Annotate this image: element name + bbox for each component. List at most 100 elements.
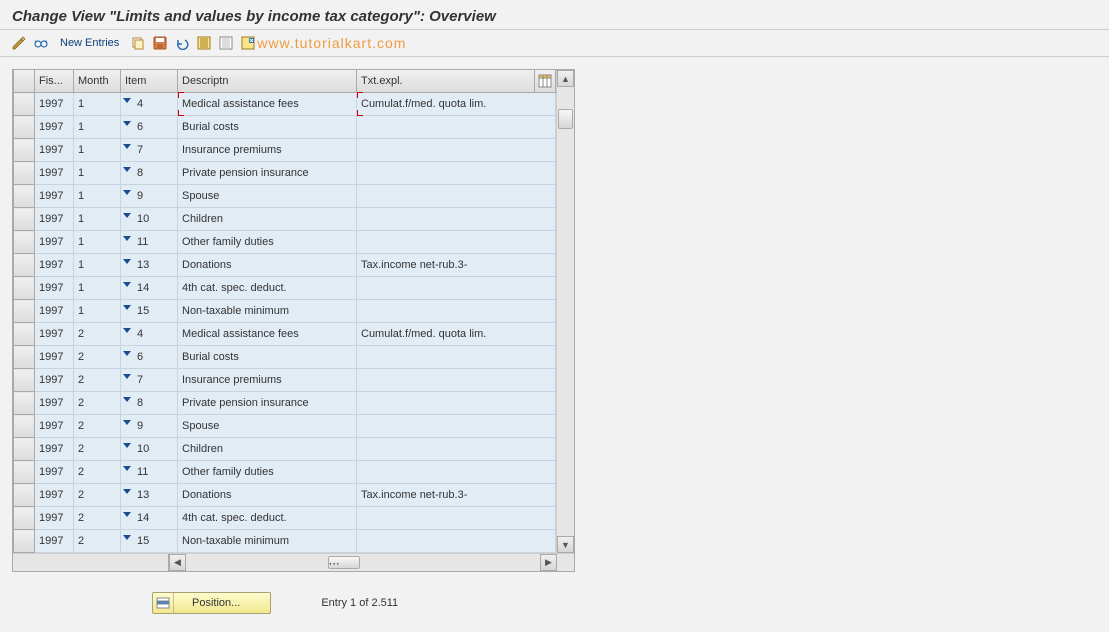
cell-item[interactable]: 4 [121, 93, 178, 116]
table-row[interactable]: 1997111Other family duties [14, 231, 556, 254]
chevron-down-icon[interactable] [123, 512, 131, 517]
scroll-right-icon[interactable]: ▶ [540, 554, 557, 571]
col-descriptn[interactable]: Descriptn [178, 70, 357, 93]
table-row[interactable]: 1997213DonationsTax.income net-rub.3- [14, 484, 556, 507]
cell-fis[interactable]: 1997 [35, 231, 74, 254]
table-row[interactable]: 199717Insurance premiums [14, 139, 556, 162]
vertical-scrollbar[interactable]: ▲ ▼ [556, 70, 574, 553]
table-row[interactable]: 199726Burial costs [14, 346, 556, 369]
cell-month[interactable]: 2 [74, 369, 121, 392]
position-button[interactable]: Position... [152, 592, 271, 614]
chevron-down-icon[interactable] [123, 236, 131, 241]
cell-month[interactable]: 2 [74, 323, 121, 346]
chevron-down-icon[interactable] [123, 374, 131, 379]
cell-item[interactable]: 15 [121, 300, 178, 323]
table-row[interactable]: 199719Spouse [14, 185, 556, 208]
row-selector[interactable] [14, 139, 35, 162]
cell-description[interactable]: 4th cat. spec. deduct. [178, 507, 357, 530]
cell-description[interactable]: Burial costs [178, 116, 357, 139]
row-selector[interactable] [14, 369, 35, 392]
cell-month[interactable]: 2 [74, 484, 121, 507]
cell-item[interactable]: 8 [121, 162, 178, 185]
cell-month[interactable]: 1 [74, 116, 121, 139]
cell-txtexpl[interactable] [357, 208, 556, 231]
cell-item[interactable]: 13 [121, 254, 178, 277]
cell-month[interactable]: 1 [74, 300, 121, 323]
chevron-down-icon[interactable] [123, 167, 131, 172]
row-selector[interactable] [14, 185, 35, 208]
scroll-left-icon[interactable]: ◀ [169, 554, 186, 571]
row-selector[interactable] [14, 346, 35, 369]
cell-item[interactable]: 11 [121, 231, 178, 254]
cell-description[interactable]: Spouse [178, 185, 357, 208]
cell-item[interactable]: 10 [121, 208, 178, 231]
cell-fis[interactable]: 1997 [35, 461, 74, 484]
cell-fis[interactable]: 1997 [35, 162, 74, 185]
row-selector[interactable] [14, 507, 35, 530]
cell-fis[interactable]: 1997 [35, 254, 74, 277]
cell-item[interactable]: 14 [121, 277, 178, 300]
chevron-down-icon[interactable] [123, 489, 131, 494]
chevron-down-icon[interactable] [123, 443, 131, 448]
chevron-down-icon[interactable] [123, 190, 131, 195]
row-selector[interactable] [14, 208, 35, 231]
cell-item[interactable]: 4 [121, 323, 178, 346]
row-selector[interactable] [14, 530, 35, 553]
cell-month[interactable]: 1 [74, 185, 121, 208]
cell-fis[interactable]: 1997 [35, 185, 74, 208]
cell-month[interactable]: 2 [74, 438, 121, 461]
cell-description[interactable]: Insurance premiums [178, 369, 357, 392]
cell-txtexpl[interactable] [357, 392, 556, 415]
cell-description[interactable]: Non-taxable minimum [178, 530, 357, 553]
cell-item[interactable]: 15 [121, 530, 178, 553]
cell-item[interactable]: 14 [121, 507, 178, 530]
col-item[interactable]: Item [121, 70, 178, 93]
chevron-down-icon[interactable] [123, 535, 131, 540]
horizontal-scrollbar[interactable]: ◀ ⋯ ▶ [13, 553, 574, 571]
cell-txtexpl[interactable] [357, 461, 556, 484]
cell-month[interactable]: 1 [74, 162, 121, 185]
cell-fis[interactable]: 1997 [35, 300, 74, 323]
cell-item[interactable]: 7 [121, 369, 178, 392]
glasses-icon[interactable] [32, 34, 50, 52]
chevron-down-icon[interactable] [123, 259, 131, 264]
cell-txtexpl[interactable]: Tax.income net-rub.3- [357, 484, 556, 507]
chevron-down-icon[interactable] [123, 121, 131, 126]
table-row[interactable]: 1997110Children [14, 208, 556, 231]
copy-icon[interactable] [129, 34, 147, 52]
row-selector[interactable] [14, 438, 35, 461]
cell-txtexpl[interactable] [357, 162, 556, 185]
cell-txtexpl[interactable] [357, 139, 556, 162]
cell-description[interactable]: Spouse [178, 415, 357, 438]
row-selector[interactable] [14, 116, 35, 139]
table-row[interactable]: 199714Medical assistance feesCumulat.f/m… [14, 93, 556, 116]
cell-fis[interactable]: 1997 [35, 116, 74, 139]
col-fis[interactable]: Fis... [35, 70, 74, 93]
table-row[interactable]: 1997215Non-taxable minimum [14, 530, 556, 553]
select-all-icon[interactable] [195, 34, 213, 52]
cell-month[interactable]: 2 [74, 530, 121, 553]
cell-item[interactable]: 9 [121, 185, 178, 208]
chevron-down-icon[interactable] [123, 328, 131, 333]
chevron-down-icon[interactable] [123, 466, 131, 471]
cell-txtexpl[interactable] [357, 116, 556, 139]
cell-description[interactable]: Other family duties [178, 461, 357, 484]
cell-fis[interactable]: 1997 [35, 438, 74, 461]
cell-fis[interactable]: 1997 [35, 530, 74, 553]
cell-item[interactable]: 8 [121, 392, 178, 415]
cell-description[interactable]: Donations [178, 254, 357, 277]
row-selector[interactable] [14, 300, 35, 323]
row-selector[interactable] [14, 231, 35, 254]
cell-description[interactable]: Medical assistance fees [178, 93, 357, 116]
table-row[interactable]: 19971144th cat. spec. deduct. [14, 277, 556, 300]
chevron-down-icon[interactable] [123, 397, 131, 402]
cell-txtexpl[interactable] [357, 530, 556, 553]
table-row[interactable]: 1997115Non-taxable minimum [14, 300, 556, 323]
chevron-down-icon[interactable] [123, 98, 131, 103]
cell-fis[interactable]: 1997 [35, 346, 74, 369]
cell-month[interactable]: 2 [74, 507, 121, 530]
scroll-up-icon[interactable]: ▲ [557, 70, 574, 87]
cell-month[interactable]: 2 [74, 415, 121, 438]
cell-item[interactable]: 9 [121, 415, 178, 438]
row-selector[interactable] [14, 415, 35, 438]
